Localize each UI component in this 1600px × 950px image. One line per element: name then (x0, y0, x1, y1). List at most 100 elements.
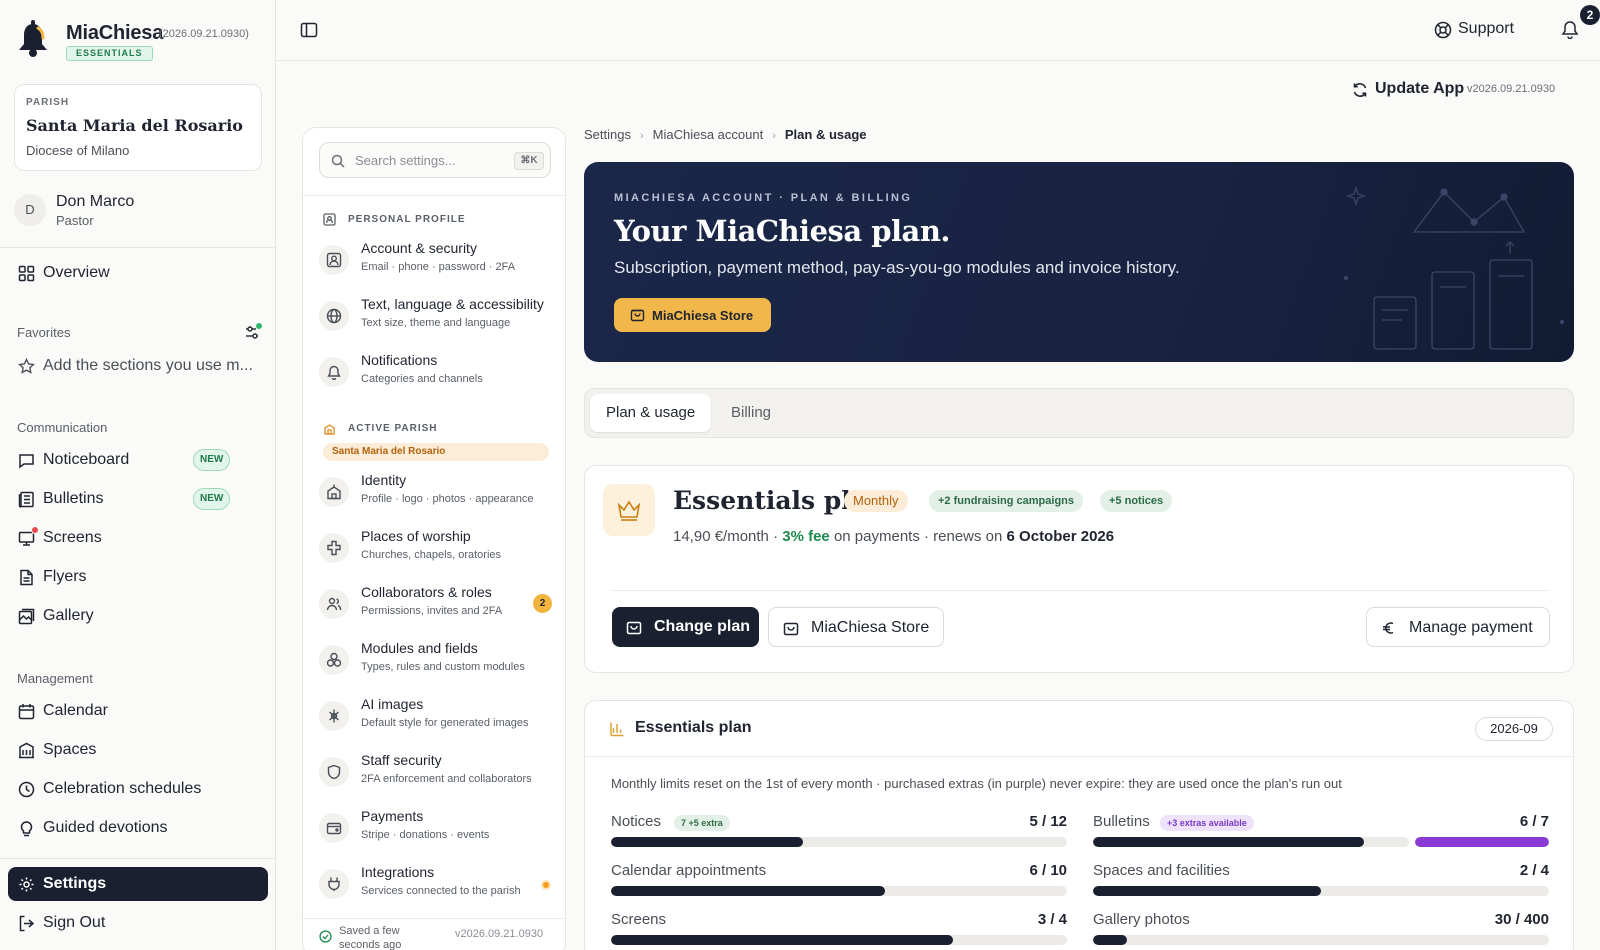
clock-icon (18, 781, 35, 798)
settings-item-notifications[interactable]: Notifications Categories and channels (319, 348, 555, 396)
item-subtitle: Services connected to the parish (361, 885, 521, 897)
breadcrumb-item[interactable]: Settings (584, 127, 631, 142)
church-bell-icon (19, 20, 47, 57)
item-subtitle: Profile · logo · photos · appearance (361, 493, 534, 505)
item-title: Notifications (361, 352, 438, 368)
divider (0, 247, 275, 248)
manage-payment-button[interactable]: Manage payment (1366, 607, 1550, 647)
star-icon (18, 358, 35, 374)
settings-item-ai-images[interactable]: AI images Default style for generated im… (319, 692, 555, 740)
wallet-icon (326, 822, 342, 835)
metric-extra-fill (1415, 837, 1549, 847)
item-title: Places of worship (361, 528, 471, 544)
building-icon (19, 742, 34, 759)
item-title: Modules and fields (361, 640, 478, 656)
item-icon-wrap (319, 477, 349, 507)
nav-overview[interactable]: Overview (8, 256, 268, 290)
metric-chip: +3 extras available (1160, 815, 1254, 831)
app-name: MiaChiesa (66, 22, 164, 44)
metric-value: 3 / 4 (1037, 911, 1067, 928)
grid-icon (18, 265, 35, 282)
nav-sign-out[interactable]: Sign Out (8, 906, 268, 940)
status-dot (541, 880, 551, 890)
nav-label: Overview (43, 264, 110, 281)
parish-card[interactable]: PARISH Santa Maria del Rosario Diocese o… (14, 84, 262, 171)
extra-pill: +2 fundraising campaigns (929, 490, 1084, 512)
nav-label: Add the sections you use m... (43, 357, 253, 374)
settings-item-account-security[interactable]: Account & security Email · phone · passw… (319, 236, 555, 284)
settings-item-integrations[interactable]: Integrations Services connected to the p… (319, 860, 555, 908)
nav-label: Calendar (43, 702, 108, 719)
nav-settings[interactable]: Settings (8, 867, 268, 901)
usage-month[interactable]: 2026-09 (1475, 717, 1553, 741)
metric-value: 30 / 400 (1494, 911, 1549, 928)
usage-header: Essentials plan 2026-09 (585, 701, 1573, 757)
breadcrumb-item[interactable]: MiaChiesa account (653, 127, 764, 142)
communication-heading: Communication (17, 420, 108, 435)
hero-store-button[interactable]: MiaChiesa Store (614, 298, 771, 332)
brand[interactable]: MiaChiesa (2026.09.21.0930) ESSENTIALS (16, 18, 266, 68)
nav-bulletins[interactable]: Bulletins NEW (8, 482, 268, 516)
hero-kicker: MIACHIESA ACCOUNT · PLAN & BILLING (614, 192, 913, 204)
item-title: Text, language & accessibility (361, 296, 544, 312)
user-square-icon (326, 252, 342, 268)
item-title: Staff security (361, 752, 442, 768)
plan-summary-card: Essentials plan Monthly +2 fundraising c… (584, 465, 1574, 673)
nav-label: Spaces (43, 741, 97, 758)
favorites-heading: Favorites (17, 325, 71, 340)
item-subtitle: Churches, chapels, oratories (361, 549, 502, 561)
item-icon-wrap (319, 869, 349, 899)
nav-label: Screens (43, 529, 102, 546)
count-badge: 2 (533, 594, 552, 613)
panel-version: v2026.09.21.0930 (455, 928, 544, 940)
saved-text: Saved a few seconds ago (339, 925, 402, 950)
tab-bar: Plan & usage Billing (584, 388, 1574, 438)
gear-icon (19, 877, 34, 892)
nav-flyers[interactable]: Flyers (8, 560, 268, 594)
id-card-icon (323, 213, 336, 226)
hero-subtitle: Subscription, payment method, pay-as-you… (614, 258, 1180, 277)
item-title: Integrations (361, 864, 435, 880)
nav-label: Settings (43, 875, 107, 892)
settings-item-collaborators[interactable]: Collaborators & roles Permissions, invit… (319, 580, 555, 628)
settings-item-places-of-worship[interactable]: Places of worship Churches, chapels, ora… (319, 524, 555, 572)
settings-item-identity[interactable]: Identity Profile · logo · photos · appea… (319, 468, 555, 516)
save-status: Saved a few seconds ago v2026.09.21.0930 (319, 924, 559, 950)
usage-metric-gallery: Gallery photos 30 / 400 (1093, 911, 1549, 950)
avatar: D (14, 194, 46, 226)
favorites-settings-icon[interactable] (244, 323, 262, 341)
user-profile[interactable]: D Don Marco Pastor (14, 190, 264, 232)
management-heading: Management (17, 671, 93, 686)
settings-item-payments[interactable]: Payments Stripe · donations · events (319, 804, 555, 852)
tier-badge: ESSENTIALS (66, 46, 153, 61)
metric-track (1093, 886, 1549, 896)
tab-plan-usage[interactable]: Plan & usage (590, 394, 712, 432)
settings-item-staff-security[interactable]: Staff security 2FA enforcement and colla… (319, 748, 555, 796)
settings-item-modules-fields[interactable]: Modules and fields Types, rules and cust… (319, 636, 555, 684)
nav-guided-devotions[interactable]: Guided devotions (8, 811, 268, 845)
nav-label: Noticeboard (43, 451, 130, 468)
store-button[interactable]: MiaChiesa Store (768, 607, 944, 647)
nav-celebration-schedules[interactable]: Celebration schedules (8, 772, 268, 806)
nav-gallery[interactable]: Gallery (8, 599, 268, 633)
settings-search[interactable]: Search settings... ⌘K (319, 142, 551, 178)
item-subtitle: Permissions, invites and 2FA (361, 605, 503, 617)
boxes-icon (326, 652, 342, 667)
item-icon-wrap (319, 301, 349, 331)
change-plan-button[interactable]: Change plan (612, 607, 759, 647)
sidebar-toggle-icon[interactable] (300, 21, 318, 39)
settings-panel: Search settings... ⌘K PERSONAL PROFILE A… (302, 127, 566, 950)
tab-billing[interactable]: Billing (715, 394, 787, 432)
nav-label: Guided devotions (43, 819, 168, 836)
nav-spaces[interactable]: Spaces (8, 733, 268, 767)
nav-screens[interactable]: Screens (8, 521, 268, 555)
item-subtitle: Stripe · donations · events (361, 829, 490, 841)
favorites-add-hint[interactable]: Add the sections you use m... (8, 349, 268, 383)
settings-item-text-language[interactable]: Text, language & accessibility Text size… (319, 292, 555, 340)
parish-label: PARISH (26, 97, 70, 108)
nav-calendar[interactable]: Calendar (8, 694, 268, 728)
usage-title: Essentials plan (635, 719, 752, 736)
item-icon-wrap (319, 701, 349, 731)
nav-noticeboard[interactable]: Noticeboard NEW (8, 443, 268, 477)
divider (0, 858, 275, 859)
